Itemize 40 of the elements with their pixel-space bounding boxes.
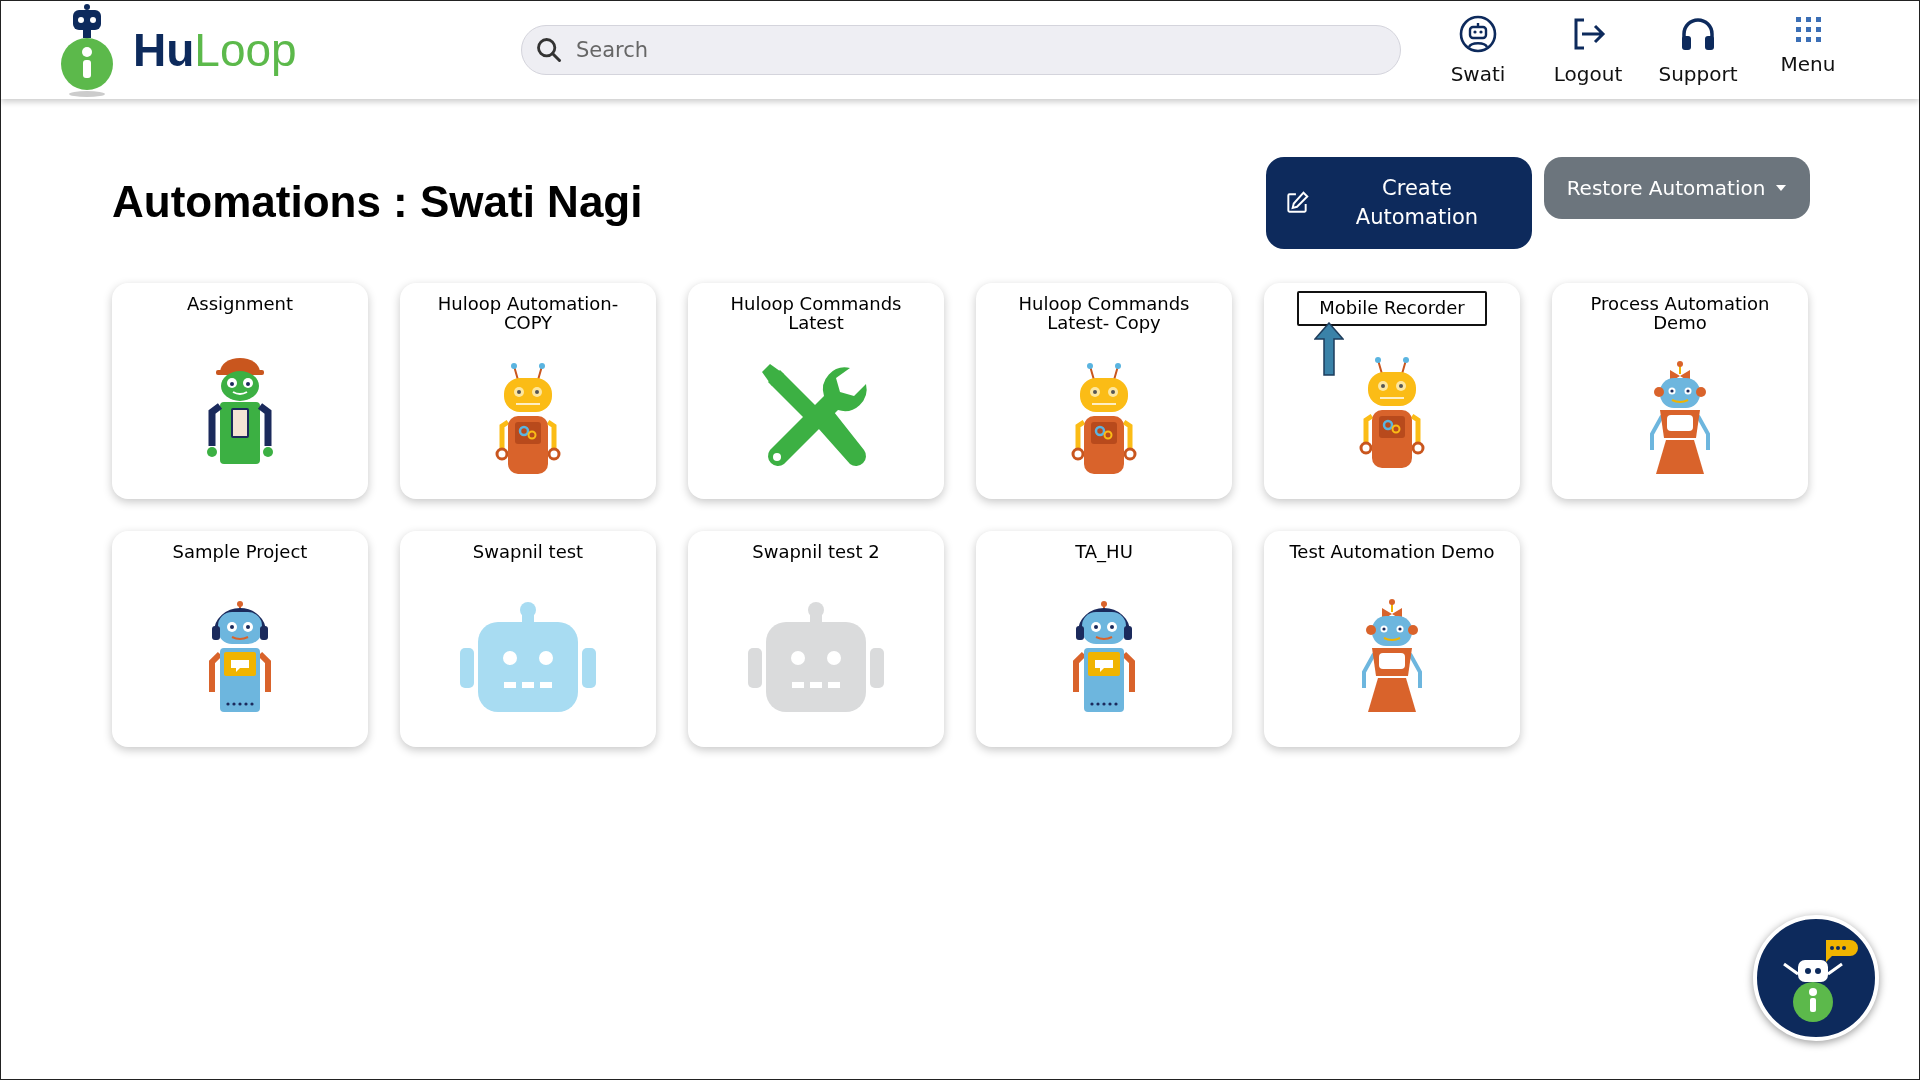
automation-card[interactable]: Huloop Commands Latest- Copy: [976, 283, 1232, 499]
automation-name: Huloop Commands Latest: [729, 292, 903, 335]
robot-avatar-icon: [1458, 14, 1498, 54]
automation-name: Huloop Commands Latest- Copy: [1017, 292, 1191, 335]
robot-head-icon: [460, 600, 596, 713]
automation-name: Mobile Recorder: [1297, 291, 1487, 326]
page-title: Automations : Swati Nagi: [112, 177, 643, 227]
automation-card[interactable]: TA_HU: [976, 531, 1232, 747]
automation-card[interactable]: Huloop Commands Latest: [688, 283, 944, 499]
automation-name: Test Automation Demo: [1288, 540, 1496, 564]
logout-nav-button[interactable]: Logout: [1535, 14, 1641, 86]
automation-name: Sample Project: [171, 540, 309, 564]
automation-card[interactable]: Mobile Recorder: [1264, 283, 1520, 499]
grid-menu-icon: [1793, 14, 1823, 44]
automation-card[interactable]: Test Automation Demo: [1264, 531, 1520, 747]
automation-name: Swapnil test: [471, 540, 585, 564]
robot-head-icon: [748, 600, 884, 713]
create-automation-button[interactable]: Create Automation: [1266, 157, 1532, 249]
up-arrow-icon: [1314, 321, 1344, 376]
caret-icon: [1775, 184, 1788, 192]
automation-card[interactable]: Swapnil test 2: [688, 531, 944, 747]
automation-card[interactable]: Swapnil test: [400, 531, 656, 747]
restore-automation-dropdown[interactable]: Restore Automation: [1544, 157, 1810, 219]
brand-logo-text: HuLoop: [133, 23, 297, 77]
automation-name: TA_HU: [1074, 540, 1134, 565]
automation-name: Process Automation Demo: [1589, 292, 1771, 335]
support-nav-button[interactable]: Support: [1645, 14, 1751, 86]
automation-name: Huloop Automation-COPY: [436, 292, 620, 335]
menu-nav-button[interactable]: Menu: [1755, 14, 1861, 86]
search-icon: [535, 36, 563, 64]
edit-icon: [1284, 190, 1310, 216]
automation-card[interactable]: Huloop Automation-COPY: [400, 283, 656, 499]
automation-card[interactable]: Process Automation Demo: [1552, 283, 1808, 499]
search-field[interactable]: Search: [521, 25, 1401, 75]
robot-logo-icon: [59, 2, 115, 98]
automation-card[interactable]: Assignment: [112, 283, 368, 499]
automation-card[interactable]: Sample Project: [112, 531, 368, 747]
automation-name: Swapnil test 2: [751, 540, 881, 564]
automation-name: Assignment: [186, 292, 294, 316]
user-nav-button[interactable]: Swati: [1425, 14, 1531, 86]
